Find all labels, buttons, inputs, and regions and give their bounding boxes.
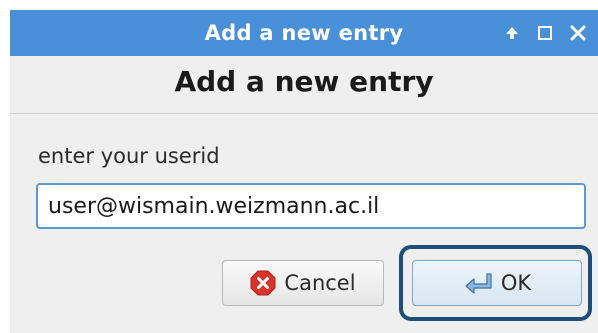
cancel-button-label: Cancel xyxy=(284,271,356,295)
pin-button[interactable] xyxy=(497,18,527,48)
arrow-up-icon xyxy=(506,27,518,39)
dialog-window: Add a new entry Add a new entry enter yo… xyxy=(10,10,598,333)
userid-prompt-label: enter your userid xyxy=(38,144,220,168)
cancel-icon xyxy=(250,270,276,296)
ok-button[interactable]: OK xyxy=(412,260,582,306)
userid-input[interactable] xyxy=(38,185,584,227)
maximize-button[interactable] xyxy=(530,18,560,48)
userid-field-frame xyxy=(36,183,586,229)
heading-divider xyxy=(10,113,598,114)
cancel-button[interactable]: Cancel xyxy=(222,260,384,306)
close-button[interactable] xyxy=(563,18,593,48)
ok-button-label: OK xyxy=(500,271,532,295)
enter-return-icon xyxy=(463,271,493,295)
window-titlebar[interactable]: Add a new entry xyxy=(10,10,598,56)
maximize-icon xyxy=(538,26,552,40)
close-icon xyxy=(570,25,586,41)
dialog-heading: Add a new entry xyxy=(174,65,434,98)
